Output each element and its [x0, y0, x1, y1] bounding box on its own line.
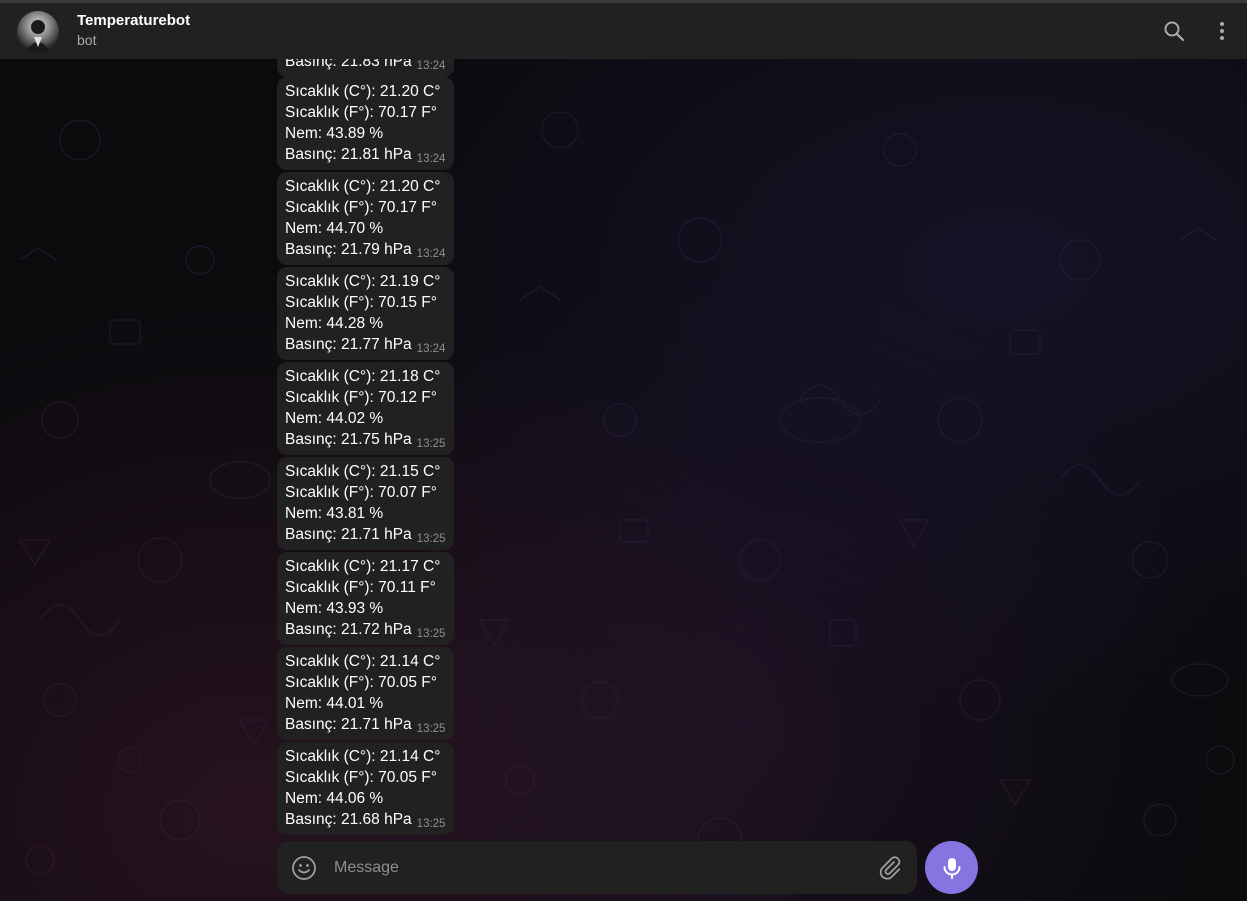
- temperature-f-line: Sıcaklık (F°): 70.17 F°: [285, 199, 437, 216]
- message-time: 13:24: [416, 343, 446, 355]
- message-bubble[interactable]: Sıcaklık (C°): 21.15 C° Sıcaklık (F°): 7…: [277, 457, 454, 550]
- search-icon[interactable]: [1159, 16, 1189, 46]
- message-composer[interactable]: [277, 841, 917, 894]
- humidity-line: Nem: 44.70 %: [285, 220, 384, 237]
- temperature-c-line: Sıcaklık (C°): 21.19 C°: [285, 273, 441, 290]
- message-bubble[interactable]: Basınç: 21.83 hPa 13:24: [277, 59, 454, 77]
- message-list[interactable]: Basınç: 21.83 hPa 13:24 Sıcaklık (C°): 21…: [0, 59, 1247, 835]
- more-vertical-icon[interactable]: [1207, 16, 1237, 46]
- temperature-c-line: Sıcaklık (C°): 21.14 C°: [285, 748, 441, 765]
- pressure-line: Basınç: 21.68 hPa: [285, 811, 412, 828]
- temperature-f-line: Sıcaklık (F°): 70.12 F°: [285, 389, 437, 406]
- pressure-line: Basınç: 21.75 hPa: [285, 431, 412, 448]
- temperature-c-line: Sıcaklık (C°): 21.15 C°: [285, 463, 441, 480]
- message-bubble[interactable]: Sıcaklık (C°): 21.20 C° Sıcaklık (F°): 7…: [277, 77, 454, 170]
- pressure-line: Basınç: 21.71 hPa: [285, 526, 412, 543]
- chat-subtitle: bot: [77, 32, 97, 48]
- message-time: 13:25: [416, 818, 446, 830]
- message-bubble[interactable]: Sıcaklık (C°): 21.17 C° Sıcaklık (F°): 7…: [277, 552, 454, 645]
- temperature-c-line: Sıcaklık (C°): 21.18 C°: [285, 368, 441, 385]
- pressure-line: Basınç: 21.77 hPa: [285, 336, 412, 353]
- message-time: 13:24: [416, 248, 446, 260]
- pressure-line: Basınç: 21.72 hPa: [285, 621, 412, 638]
- message-time: 13:25: [416, 723, 446, 735]
- chat-title: Temperaturebot: [77, 12, 191, 29]
- humidity-line: Nem: 43.93 %: [285, 600, 384, 617]
- temperature-c-line: Sıcaklık (C°): 21.17 C°: [285, 558, 441, 575]
- message-bubble[interactable]: Sıcaklık (C°): 21.14 C° Sıcaklık (F°): 7…: [277, 742, 454, 835]
- message-line: Basınç: 21.83 hPa: [285, 59, 412, 70]
- smile-icon[interactable]: [291, 855, 317, 881]
- paperclip-icon[interactable]: [877, 855, 903, 881]
- microphone-icon[interactable]: [925, 841, 978, 894]
- temperature-f-line: Sıcaklık (F°): 70.05 F°: [285, 674, 437, 691]
- temperature-f-line: Sıcaklık (F°): 70.15 F°: [285, 294, 437, 311]
- temperature-f-line: Sıcaklık (F°): 70.05 F°: [285, 769, 437, 786]
- humidity-line: Nem: 43.81 %: [285, 505, 384, 522]
- message-bubble[interactable]: Sıcaklık (C°): 21.18 C° Sıcaklık (F°): 7…: [277, 362, 454, 455]
- temperature-f-line: Sıcaklık (F°): 70.07 F°: [285, 484, 437, 501]
- pressure-line: Basınç: 21.79 hPa: [285, 241, 412, 258]
- message-time: 13:24: [416, 60, 446, 72]
- message-time: 13:25: [416, 438, 446, 450]
- temperature-c-line: Sıcaklık (C°): 21.14 C°: [285, 653, 441, 670]
- message-bubble[interactable]: Sıcaklık (C°): 21.20 C° Sıcaklık (F°): 7…: [277, 172, 454, 265]
- temperature-f-line: Sıcaklık (F°): 70.17 F°: [285, 104, 437, 121]
- message-time: 13:24: [416, 153, 446, 165]
- humidity-line: Nem: 44.28 %: [285, 315, 384, 332]
- temperature-c-line: Sıcaklık (C°): 21.20 C°: [285, 83, 441, 100]
- humidity-line: Nem: 43.89 %: [285, 125, 384, 142]
- message-time: 13:25: [416, 628, 446, 640]
- message-bubble[interactable]: Sıcaklık (C°): 21.14 C° Sıcaklık (F°): 7…: [277, 647, 454, 740]
- message-bubble[interactable]: Sıcaklık (C°): 21.19 C° Sıcaklık (F°): 7…: [277, 267, 454, 360]
- chat-title-block[interactable]: Temperaturebot bot: [77, 12, 190, 49]
- humidity-line: Nem: 44.02 %: [285, 410, 384, 427]
- humidity-line: Nem: 44.01 %: [285, 695, 384, 712]
- pressure-line: Basınç: 21.81 hPa: [285, 146, 412, 163]
- temperature-f-line: Sıcaklık (F°): 70.11 F°: [285, 579, 436, 596]
- humidity-line: Nem: 44.06 %: [285, 790, 384, 807]
- message-input[interactable]: [332, 852, 856, 884]
- chat-header[interactable]: Temperaturebot bot: [0, 3, 1247, 59]
- message-time: 13:25: [416, 533, 446, 545]
- pressure-line: Basınç: 21.71 hPa: [285, 716, 412, 733]
- user-avatar-icon[interactable]: [17, 11, 59, 53]
- temperature-c-line: Sıcaklık (C°): 21.20 C°: [285, 178, 441, 195]
